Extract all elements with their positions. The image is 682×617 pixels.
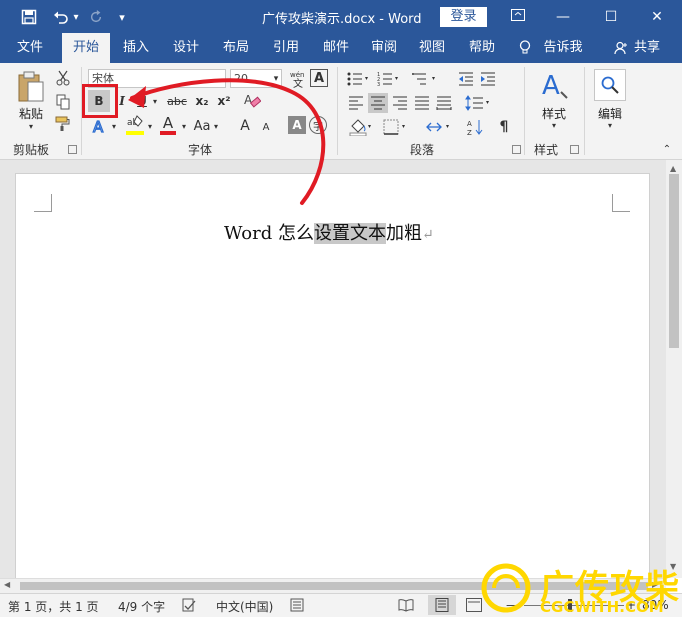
zoom-out-button[interactable]: — bbox=[506, 598, 518, 612]
status-bar: 第 1 页，共 1 页 4/9 个字 中文(中国) — + 80% bbox=[0, 593, 682, 617]
word-count[interactable]: 4/9 个字 bbox=[118, 598, 165, 615]
vertical-scroll-thumb[interactable] bbox=[669, 174, 679, 348]
web-layout-icon[interactable] bbox=[466, 598, 482, 615]
scroll-right-icon[interactable]: ▶ bbox=[652, 580, 658, 589]
horizontal-scroll-thumb[interactable] bbox=[20, 582, 648, 590]
horizontal-scrollbar[interactable]: ◀ ▶ bbox=[0, 578, 666, 593]
annotation-arrow bbox=[128, 78, 326, 205]
zoom-in-button[interactable]: + bbox=[626, 598, 636, 612]
scroll-down-icon[interactable]: ▼ bbox=[670, 562, 676, 571]
page-count[interactable]: 第 1 页，共 1 页 bbox=[8, 598, 99, 615]
scroll-up-icon[interactable]: ▲ bbox=[670, 164, 676, 173]
zoom-level[interactable]: 80% bbox=[642, 598, 669, 612]
zoom-slider-thumb[interactable] bbox=[568, 599, 572, 612]
proofing-icon[interactable] bbox=[182, 598, 196, 615]
zoom-slider[interactable] bbox=[524, 605, 624, 606]
print-layout-icon[interactable] bbox=[428, 595, 456, 615]
read-mode-icon[interactable] bbox=[398, 598, 414, 615]
vertical-scrollbar[interactable]: ▲ ▼ bbox=[666, 160, 682, 578]
scroll-left-icon[interactable]: ◀ bbox=[4, 580, 10, 589]
macro-recording-icon[interactable] bbox=[290, 598, 304, 615]
language-indicator[interactable]: 中文(中国) bbox=[216, 598, 273, 615]
